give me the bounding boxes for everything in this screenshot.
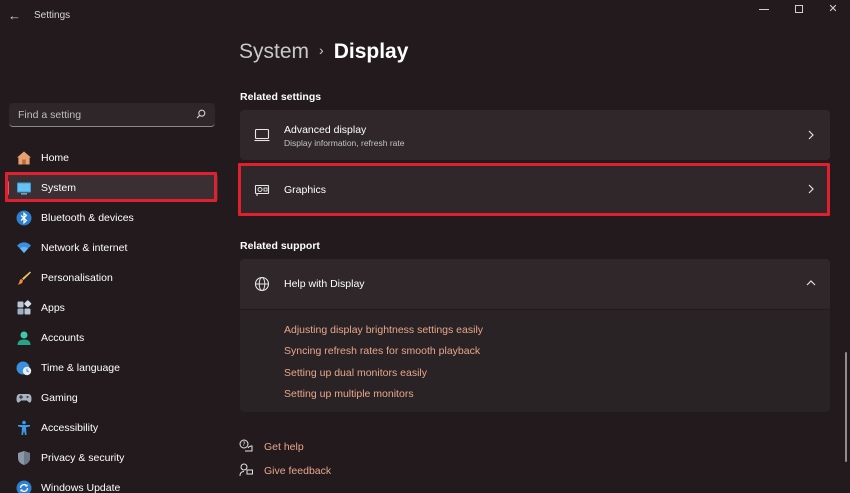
globe-clock-icon — [16, 361, 32, 376]
sidebar-item-accounts[interactable]: Accounts — [6, 323, 218, 352]
sidebar-item-home[interactable]: Home — [6, 143, 218, 172]
selection-indicator — [6, 181, 9, 195]
sidebar-item-label: Personalisation — [41, 272, 113, 284]
give-feedback-icon — [239, 463, 253, 477]
breadcrumb: System › Display — [239, 40, 408, 64]
breadcrumb-parent[interactable]: System — [239, 40, 309, 63]
sidebar-item-label: Network & internet — [41, 242, 128, 254]
give-feedback-link[interactable]: Give feedback — [264, 465, 331, 477]
sidebar-item-label: System — [41, 182, 77, 194]
search-icon — [196, 109, 206, 119]
graphics-card-icon — [254, 184, 270, 196]
page-title: Display — [333, 40, 409, 63]
chevron-right-icon — [808, 130, 814, 140]
sidebar-item-label: Time & language — [41, 362, 120, 374]
sidebar-item-privacy-security[interactable]: Privacy & security — [6, 443, 218, 472]
advanced-display-title: Advanced display — [284, 124, 367, 136]
maximize-button[interactable] — [782, 0, 816, 18]
minimize-icon — [759, 9, 769, 10]
app-title: Settings — [34, 10, 71, 21]
back-arrow-icon[interactable]: ← — [8, 6, 24, 26]
globe-icon — [254, 276, 270, 292]
help-link[interactable]: Setting up multiple monitors — [284, 388, 414, 400]
help-link[interactable]: Syncing refresh rates for smooth playbac… — [284, 345, 480, 357]
brush-icon — [17, 271, 31, 285]
help-links-panel: Adjusting display brightness settings ea… — [240, 310, 830, 412]
shield-icon — [18, 451, 30, 465]
breadcrumb-separator-icon: › — [319, 42, 324, 58]
advanced-display-subtitle: Display information, refresh rate — [284, 138, 405, 148]
graphics-title: Graphics — [284, 184, 327, 196]
search-input[interactable]: Find a setting — [9, 103, 215, 127]
sidebar-item-label: Bluetooth & devices — [41, 212, 134, 224]
sidebar-item-windows-update[interactable]: Windows Update — [6, 473, 218, 493]
sidebar-item-label: Accounts — [41, 332, 85, 344]
close-icon: ✕ — [828, 3, 838, 15]
related-support-heading: Related support — [240, 240, 320, 252]
sidebar-item-time-language[interactable]: Time & language — [6, 353, 218, 382]
gamepad-icon — [16, 394, 32, 403]
get-help-link[interactable]: Get help — [264, 441, 304, 453]
sidebar-item-network[interactable]: Network & internet — [6, 233, 218, 262]
help-link[interactable]: Adjusting display brightness settings ea… — [284, 324, 483, 336]
monitor-icon — [254, 128, 270, 142]
search-placeholder: Find a setting — [18, 109, 82, 121]
related-settings-heading: Related settings — [240, 91, 322, 103]
scrollbar-thumb[interactable] — [845, 352, 847, 462]
bluetooth-icon — [16, 210, 32, 226]
sidebar-item-label: Home — [41, 152, 70, 164]
update-icon — [16, 480, 32, 493]
wifi-icon — [17, 242, 31, 253]
minimize-button[interactable] — [747, 0, 781, 18]
sidebar-item-label: Windows Update — [41, 482, 121, 493]
sidebar-item-label: Apps — [41, 302, 65, 314]
sidebar-item-label: Privacy & security — [41, 452, 125, 464]
sidebar-item-label: Accessibility — [41, 422, 99, 434]
graphics-card[interactable]: Graphics — [240, 165, 830, 214]
sidebar-item-personalisation[interactable]: Personalisation — [6, 263, 218, 292]
accessibility-icon — [18, 420, 30, 435]
get-help-icon: ? — [239, 439, 253, 452]
chevron-up-icon — [806, 280, 816, 286]
maximize-icon — [795, 5, 803, 13]
apps-icon — [17, 300, 32, 315]
sidebar-item-accessibility[interactable]: Accessibility — [6, 413, 218, 442]
sidebar-item-system[interactable]: System — [6, 173, 218, 202]
advanced-display-card[interactable]: Advanced display Display information, re… — [240, 110, 830, 160]
sidebar-item-bluetooth[interactable]: Bluetooth & devices — [6, 203, 218, 232]
sidebar-item-apps[interactable]: Apps — [6, 293, 218, 322]
help-with-display-title: Help with Display — [284, 278, 365, 290]
help-with-display-card[interactable]: Help with Display — [240, 259, 830, 309]
close-button[interactable]: ✕ — [816, 0, 850, 18]
chevron-right-icon — [808, 184, 814, 194]
sidebar-item-label: Gaming — [41, 392, 78, 404]
svg-text:?: ? — [242, 441, 245, 448]
home-icon — [17, 151, 31, 165]
help-link[interactable]: Setting up dual monitors easily — [284, 367, 427, 379]
system-icon — [17, 182, 31, 195]
accounts-icon — [17, 331, 31, 345]
sidebar-item-gaming[interactable]: Gaming — [6, 383, 218, 412]
title-bar: ← Settings ✕ — [0, 0, 850, 32]
